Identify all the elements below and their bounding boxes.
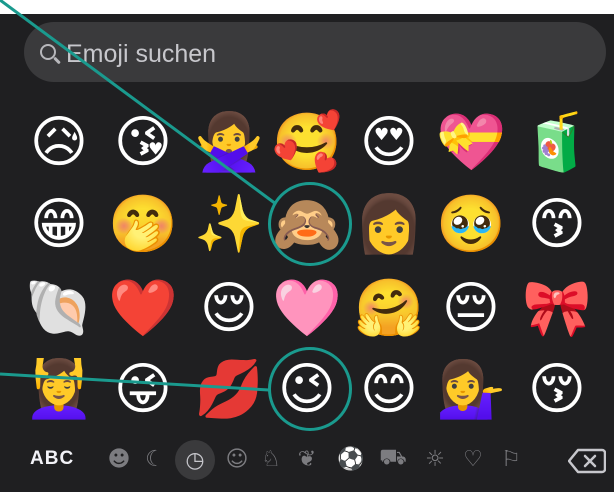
emoji-key[interactable]: 🩷: [268, 270, 346, 348]
emoji-key[interactable]: 🧃: [518, 104, 596, 182]
emoji-key[interactable]: 😚: [518, 351, 596, 429]
emoji-key[interactable]: 🐚: [20, 270, 98, 348]
emoji-key[interactable]: 💁‍♀️: [432, 351, 510, 429]
delete-key-icon[interactable]: [568, 448, 606, 474]
car-icon[interactable]: ⛟: [378, 444, 408, 474]
emoji-key[interactable]: 😥: [20, 104, 98, 182]
emoji-key[interactable]: 😌: [190, 270, 268, 348]
emoji-key[interactable]: ✨: [190, 186, 268, 264]
emoji-key[interactable]: 😉: [268, 351, 346, 429]
flag-icon[interactable]: ⚐: [496, 444, 526, 474]
heart-icon[interactable]: ♡: [458, 444, 488, 474]
apple-icon[interactable]: ❦: [292, 444, 322, 474]
emoji-grid: 😥 😘 🙅‍♀️ 🥰 😍 💝 🧃 😁 🤭 ✨ 🙈 👩 🥹 😙 🐚 ❤️ 😌 🩷 🤗 😔 🎀 💆‍♀️ 😜 💋 😉 😊 💁‍♀️ 😚: [0, 0, 614, 492]
emoji-key[interactable]: 😙: [518, 186, 596, 264]
emoji-key[interactable]: 🥹: [432, 186, 510, 264]
emoji-key[interactable]: 🤗: [350, 270, 428, 348]
emoji-key[interactable]: 🎀: [518, 270, 596, 348]
emoji-key[interactable]: 💝: [432, 104, 510, 182]
emoji-key[interactable]: ❤️: [104, 270, 182, 348]
emoji-key[interactable]: 😜: [104, 351, 182, 429]
lightbulb-icon[interactable]: ☼: [420, 444, 450, 474]
emoji-key[interactable]: 🥰: [268, 104, 346, 182]
emoji-key[interactable]: 👩: [350, 186, 428, 264]
emoji-key[interactable]: 🤭: [104, 186, 182, 264]
abc-button[interactable]: ABC: [30, 448, 74, 470]
emoji-key[interactable]: 😘: [104, 104, 182, 182]
soccer-icon[interactable]: ⚽: [336, 444, 366, 474]
moon-icon[interactable]: ☾: [140, 444, 170, 474]
emoji-key[interactable]: 💆‍♀️: [20, 351, 98, 429]
emoji-key[interactable]: 🙅‍♀️: [190, 104, 268, 182]
emoji-key[interactable]: 😊: [350, 351, 428, 429]
smiley-icon[interactable]: ☺: [222, 444, 252, 474]
emoji-key[interactable]: 🙈: [268, 186, 346, 264]
face-sunglasses-icon[interactable]: ☻: [104, 444, 134, 474]
clock-icon[interactable]: ◷: [175, 440, 215, 480]
emoji-key[interactable]: 😁: [20, 186, 98, 264]
emoji-key[interactable]: 💋: [190, 351, 268, 429]
dog-icon[interactable]: ♘: [256, 444, 286, 474]
emoji-key[interactable]: 😍: [350, 104, 428, 182]
emoji-key[interactable]: 😔: [432, 270, 510, 348]
